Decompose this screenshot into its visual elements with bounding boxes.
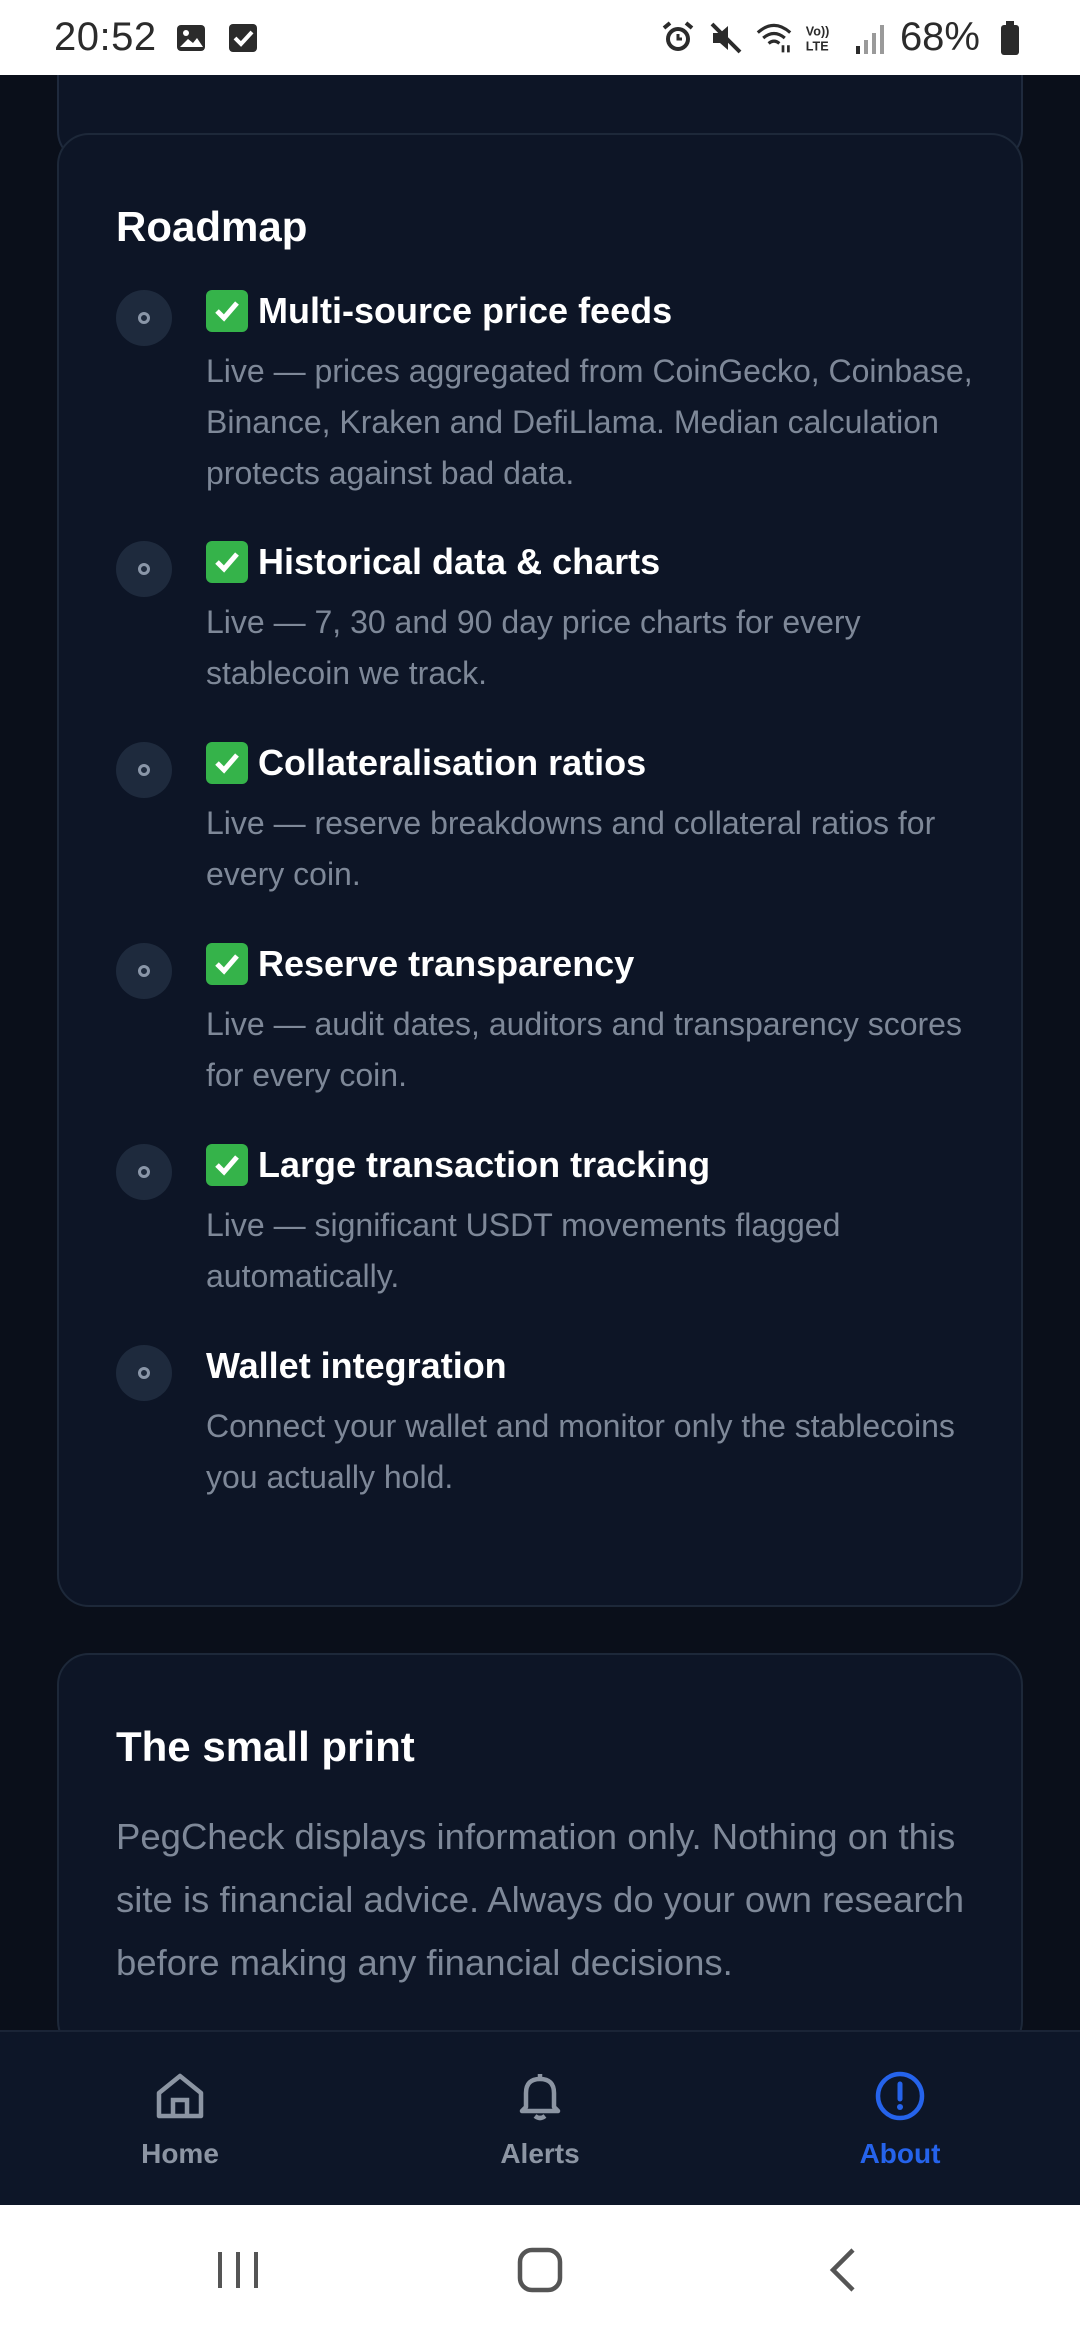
about-page-content[interactable]: Roadmap Multi-source price feeds Live — … (0, 75, 1080, 2030)
checkmark-icon (206, 742, 248, 784)
roadmap-title: Roadmap (116, 203, 308, 250)
roadmap-item-description: Live — audit dates, auditors and transpa… (206, 1006, 962, 1093)
bell-icon (513, 2069, 567, 2128)
status-bar: 20:52 Vo)) LTE 68% (0, 0, 1080, 75)
roadmap-dot-icon (116, 1144, 172, 1200)
nav-about[interactable]: About (800, 2032, 1000, 2207)
system-back-button[interactable] (783, 2205, 903, 2340)
roadmap-item-title: Reserve transparency (258, 943, 635, 984)
bottom-navigation: Home Alerts About (0, 2030, 1080, 2205)
roadmap-dot-icon (116, 290, 172, 346)
battery-icon (992, 20, 1028, 56)
signal-icon (852, 20, 888, 56)
home-icon (153, 2069, 207, 2128)
nav-alerts-label: Alerts (500, 2138, 580, 2169)
checkmark-icon (206, 943, 248, 985)
nav-alerts[interactable]: Alerts (440, 2032, 640, 2207)
system-home-button[interactable] (480, 2205, 600, 2340)
roadmap-item-title: Multi-source price feeds (258, 290, 673, 331)
roadmap-dot-icon (116, 541, 172, 597)
roadmap-item-title: Historical data & charts (258, 541, 661, 582)
small-print-title: The small print (116, 1723, 415, 1770)
roadmap-item-title: Large transaction tracking (258, 1144, 711, 1185)
back-icon (823, 2246, 863, 2299)
image-icon (173, 20, 209, 56)
wifi-icon (756, 20, 792, 56)
checkmark-icon (206, 290, 248, 332)
small-print-text: PegCheck displays information only. Noth… (116, 1816, 965, 1983)
nav-home-label: Home (141, 2138, 219, 2169)
battery-percentage: 68% (899, 15, 980, 59)
roadmap-dot-icon (116, 1345, 172, 1401)
roadmap-item-description: Live — significant USDT movements flagge… (206, 1207, 841, 1294)
roadmap-dot-icon (116, 742, 172, 798)
roadmap-item-description: Live — reserve breakdowns and collateral… (206, 805, 936, 892)
roadmap-item-description: Live — prices aggregated from CoinGecko,… (206, 353, 973, 491)
nav-home[interactable]: Home (80, 2032, 280, 2207)
roadmap-item-title: Collateralisation ratios (258, 742, 647, 783)
roadmap-card: Roadmap Multi-source price feeds Live — … (57, 133, 1023, 1607)
checkbox-icon (225, 20, 261, 56)
roadmap-item-title: Wallet integration (206, 1345, 507, 1386)
system-navigation-bar (0, 2205, 1080, 2340)
recent-apps-button[interactable] (178, 2205, 298, 2340)
roadmap-item-description: Connect your wallet and monitor only the… (206, 1408, 955, 1495)
mute-icon (708, 20, 744, 56)
status-time: 20:52 (54, 15, 157, 59)
volte-icon: Vo)) LTE (804, 20, 840, 56)
info-icon (873, 2069, 927, 2128)
system-home-icon (516, 2246, 564, 2299)
svg-text:Vo)): Vo)) (806, 24, 830, 38)
svg-text:LTE: LTE (806, 39, 829, 53)
checkmark-icon (206, 1144, 248, 1186)
alarm-icon (660, 20, 696, 56)
roadmap-item-description: Live — 7, 30 and 90 day price charts for… (206, 604, 861, 691)
roadmap-dot-icon (116, 943, 172, 999)
small-print-card: The small print PegCheck displays inform… (57, 1653, 1023, 2030)
checkmark-icon (206, 541, 248, 583)
recent-apps-icon (214, 2248, 262, 2297)
nav-about-label: About (859, 2138, 941, 2169)
